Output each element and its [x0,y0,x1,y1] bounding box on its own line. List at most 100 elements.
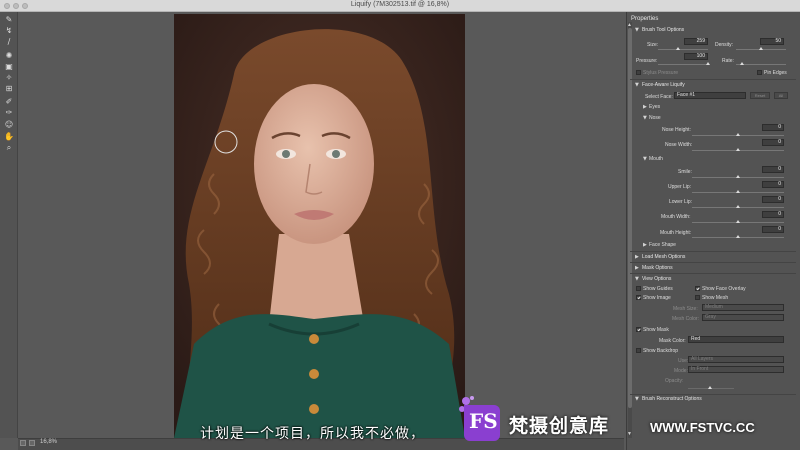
zoom-tool-icon[interactable]: ⌕ [3,143,15,152]
mouth-width-label: Mouth Width: [661,214,691,220]
expand-face-shape-icon[interactable]: ▶ [643,242,647,248]
pressure-slider[interactable] [658,64,708,65]
show-backdrop-checkbox[interactable] [636,348,641,353]
show-guides-checkbox[interactable] [636,286,641,291]
use-dropdown[interactable]: All Layers [688,356,784,363]
view-options-header[interactable]: View Options [642,276,671,282]
pucker-tool-icon[interactable]: ▣ [3,62,15,71]
smile-field[interactable]: 0 [762,166,784,173]
load-mesh-options-header[interactable]: Load Mesh Options [642,254,685,260]
collapse-mouth-icon[interactable]: ▼ [643,156,647,162]
size-slider[interactable] [658,49,708,50]
face-shape-section[interactable]: Face Shape [649,242,676,248]
pressure-slider-knob[interactable] [706,62,710,65]
nose-width-field[interactable]: 0 [762,139,784,146]
show-face-overlay-checkbox[interactable] [695,286,700,291]
pressure-field[interactable]: 100 [684,53,708,60]
divider [630,262,796,263]
show-image-checkbox[interactable] [636,295,641,300]
zoom-level[interactable]: 16,8% [40,439,57,445]
select-face-label: Select Face: [645,94,673,100]
density-slider-knob[interactable] [759,47,763,50]
mode-dropdown[interactable]: In Front [688,366,784,373]
select-face-dropdown[interactable]: Face #1 [674,92,746,99]
push-left-tool-icon[interactable]: ⊞ [3,84,15,93]
nose-height-knob[interactable] [736,133,740,136]
collapse-face-aware-icon[interactable]: ▼ [635,82,639,88]
watermark-name: 梵摄创意库 [509,415,610,437]
lower-lip-field[interactable]: 0 [762,196,784,203]
opacity-knob[interactable] [708,386,712,389]
divider [630,273,796,274]
collapse-brush-options-icon[interactable]: ▼ [635,27,639,33]
size-slider-knob[interactable] [676,47,680,50]
mouth-height-field[interactable]: 0 [762,226,784,233]
pin-edges-checkbox[interactable] [757,70,762,75]
size-field[interactable]: 259 [684,38,708,45]
show-guides-label: Show Guides [643,286,673,292]
divider [630,394,796,395]
expand-eyes-icon[interactable]: ▶ [643,104,647,110]
lower-lip-label: Lower Lip: [669,199,693,205]
bloat-tool-icon[interactable]: ✧ [3,73,15,82]
mask-color-dropdown[interactable]: Red [688,336,784,343]
upper-lip-field[interactable]: 0 [762,181,784,188]
stylus-pressure-checkbox[interactable] [636,70,641,75]
brush-tool-options-header[interactable]: Brush Tool Options [642,27,684,33]
zoom-out-button[interactable] [20,440,26,446]
nose-height-field[interactable]: 0 [762,124,784,131]
smile-knob[interactable] [736,175,740,178]
density-label: Density: [715,42,734,48]
collapse-brush-reconstruct-icon[interactable]: ▼ [635,396,639,402]
show-mesh-checkbox[interactable] [695,295,700,300]
expand-load-mesh-icon[interactable]: ▶ [635,254,639,260]
use-label: Use: [678,358,689,364]
collapse-view-options-icon[interactable]: ▼ [635,276,639,282]
mask-options-header[interactable]: Mask Options [642,265,673,271]
scroll-down-icon[interactable]: ▼ [627,431,632,437]
face-tool-icon[interactable]: ☺ [3,120,15,129]
reconstruct-tool-icon[interactable]: ↯ [3,26,15,35]
mesh-size-dropdown[interactable]: Medium [702,304,784,311]
nose-width-knob[interactable] [736,148,740,151]
forward-warp-tool-icon[interactable]: ✎ [3,15,15,24]
nose-section[interactable]: Nose [649,115,661,121]
mesh-color-dropdown[interactable]: Gray [702,314,784,321]
liquify-window: Liquify (7M302513.tif @ 16,8%) ✎ ↯ ∕ ✺ ▣… [0,0,800,450]
show-backdrop-label: Show Backdrop [643,348,679,354]
rate-label: Rate: [722,58,734,64]
panel-scroll-thumb[interactable] [628,28,632,408]
smooth-tool-icon[interactable]: ∕ [3,37,15,46]
twirl-clockwise-tool-icon[interactable]: ✺ [3,51,15,60]
show-image-label: Show Image [643,295,671,301]
zoom-in-button[interactable] [29,440,35,446]
face-aware-header[interactable]: Face-Aware Liquify [642,82,685,88]
portrait-image[interactable] [174,14,465,438]
show-face-overlay-label: Show Face Overlay [702,286,746,292]
freeze-mask-tool-icon[interactable]: ✐ [3,97,15,106]
thaw-mask-tool-icon[interactable]: ✑ [3,108,15,117]
mouth-width-field[interactable]: 0 [762,211,784,218]
nose-height-label: Nose Height: [662,127,691,133]
mouth-width-knob[interactable] [736,220,740,223]
all-button[interactable]: All [774,92,788,99]
title-bar: Liquify (7M302513.tif @ 16,8%) [0,0,800,12]
eyes-section[interactable]: Eyes [649,104,660,110]
reset-button[interactable]: Reset [750,92,770,99]
hand-tool-icon[interactable]: ✋ [3,132,15,141]
scroll-up-icon[interactable]: ▲ [627,22,632,28]
expand-mask-options-icon[interactable]: ▶ [635,265,639,271]
upper-lip-label: Upper Lip: [668,184,692,190]
density-field[interactable]: 50 [760,38,784,45]
lower-lip-knob[interactable] [736,205,740,208]
mouth-height-knob[interactable] [736,235,740,238]
show-mask-checkbox[interactable] [636,327,641,332]
canvas-area[interactable] [18,12,624,438]
brush-reconstruct-options-header[interactable]: Brush Reconstruct Options [642,396,702,402]
mouth-section[interactable]: Mouth [649,156,663,162]
show-mask-label: Show Mask [643,327,669,333]
upper-lip-knob[interactable] [736,190,740,193]
window-title: Liquify (7M302513.tif @ 16,8%) [350,1,450,8]
collapse-nose-icon[interactable]: ▼ [643,115,647,121]
rate-slider-knob[interactable] [740,62,744,65]
